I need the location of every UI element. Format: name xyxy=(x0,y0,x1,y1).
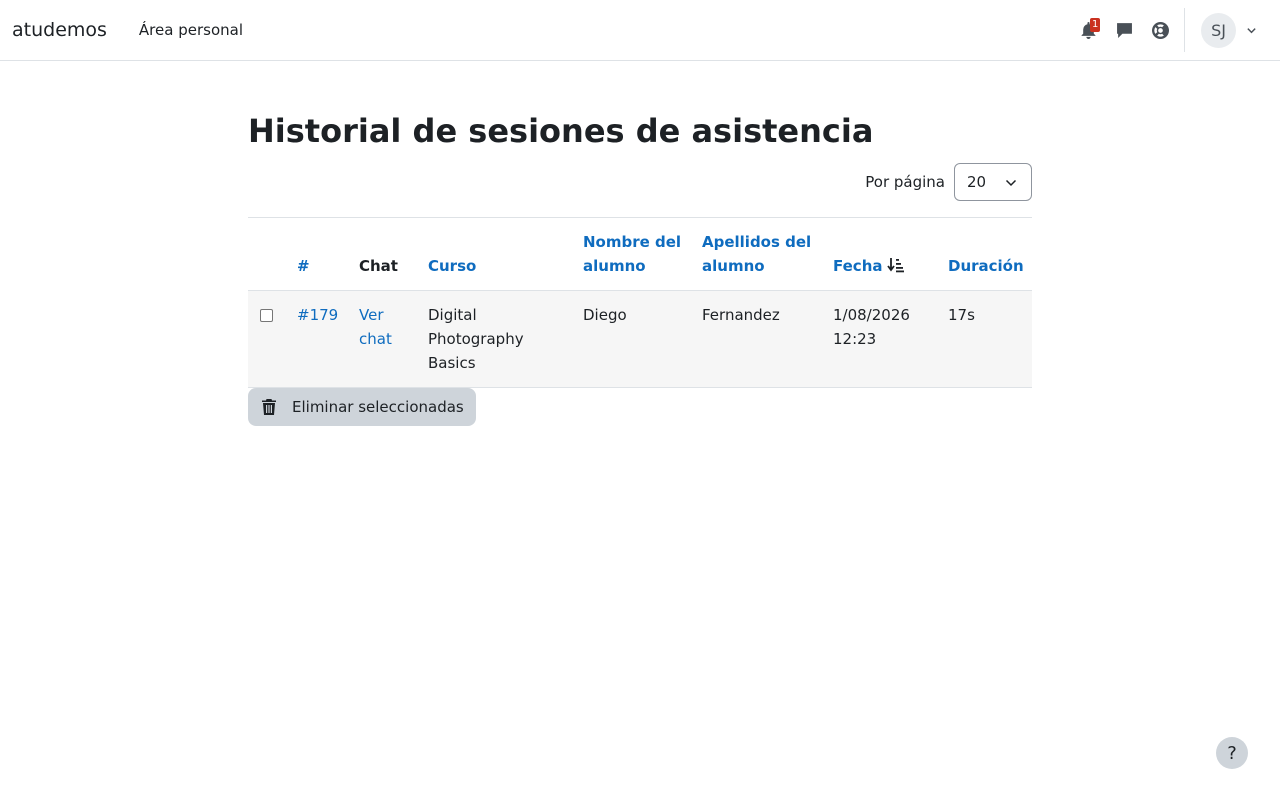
header-date-label: Fecha xyxy=(833,257,883,275)
row-view-chat-link[interactable]: Ver chat xyxy=(353,291,422,388)
row-course: Digital Photography Basics xyxy=(428,306,524,372)
nav-right-group: 1 SJ xyxy=(1070,0,1280,60)
chat-bubble-icon xyxy=(1116,22,1132,38)
row-student-surname: Fernandez xyxy=(702,306,780,324)
row-select-cell xyxy=(248,291,291,388)
trash-icon xyxy=(262,399,276,415)
notifications-button[interactable]: 1 xyxy=(1070,12,1106,48)
header-chat: Chat xyxy=(359,257,398,275)
user-menu-toggle[interactable] xyxy=(1236,12,1266,48)
chevron-down-icon xyxy=(1246,27,1256,33)
main-content: Historial de sesiones de asistencia Por … xyxy=(248,61,1032,426)
per-page-value: 20 xyxy=(967,173,987,191)
sessions-table: # Chat Curso Nombre del alumno Apellidos… xyxy=(248,217,1032,388)
site-brand[interactable]: atudemos xyxy=(12,19,107,41)
per-page-select[interactable]: 20 xyxy=(954,163,1032,201)
header-select xyxy=(248,218,291,291)
nav-link-personal-area[interactable]: Área personal xyxy=(139,21,243,39)
chevron-down-icon xyxy=(1005,179,1017,187)
row-date: 1/08/2026 12:23 xyxy=(833,306,910,348)
top-navbar: atudemos Área personal 1 SJ xyxy=(0,0,1280,61)
header-date[interactable]: Fecha xyxy=(827,218,942,291)
notification-count-badge: 1 xyxy=(1090,18,1101,32)
delete-selected-button[interactable]: Eliminar seleccionadas xyxy=(248,388,476,426)
per-page-label: Por página xyxy=(865,173,945,191)
sort-descending-icon xyxy=(886,258,904,273)
per-page-control: Por página 20 xyxy=(248,163,1032,201)
table-row: #179 Ver chat Digital Photography Basics… xyxy=(248,290,1032,388)
user-avatar[interactable]: SJ xyxy=(1201,12,1236,48)
help-support-button[interactable] xyxy=(1142,12,1178,48)
header-number[interactable]: # xyxy=(291,218,353,291)
table-header-row: # Chat Curso Nombre del alumno Apellidos… xyxy=(248,217,1032,291)
row-session-number[interactable]: #179 xyxy=(291,291,353,388)
messages-button[interactable] xyxy=(1106,12,1142,48)
header-student-surname[interactable]: Apellidos del alumno xyxy=(696,218,827,291)
page-title: Historial de sesiones de asistencia xyxy=(248,112,874,150)
nav-divider xyxy=(1184,8,1185,52)
header-duration[interactable]: Duración xyxy=(942,218,1032,291)
header-course[interactable]: Curso xyxy=(422,218,577,291)
help-button[interactable]: ? xyxy=(1216,737,1248,769)
row-checkbox[interactable] xyxy=(260,309,273,322)
delete-selected-label: Eliminar seleccionadas xyxy=(292,398,464,416)
lifebuoy-icon xyxy=(1151,21,1169,39)
header-student-name[interactable]: Nombre del alumno xyxy=(577,218,696,291)
row-student-name: Diego xyxy=(583,306,627,324)
row-duration: 17s xyxy=(948,306,975,324)
